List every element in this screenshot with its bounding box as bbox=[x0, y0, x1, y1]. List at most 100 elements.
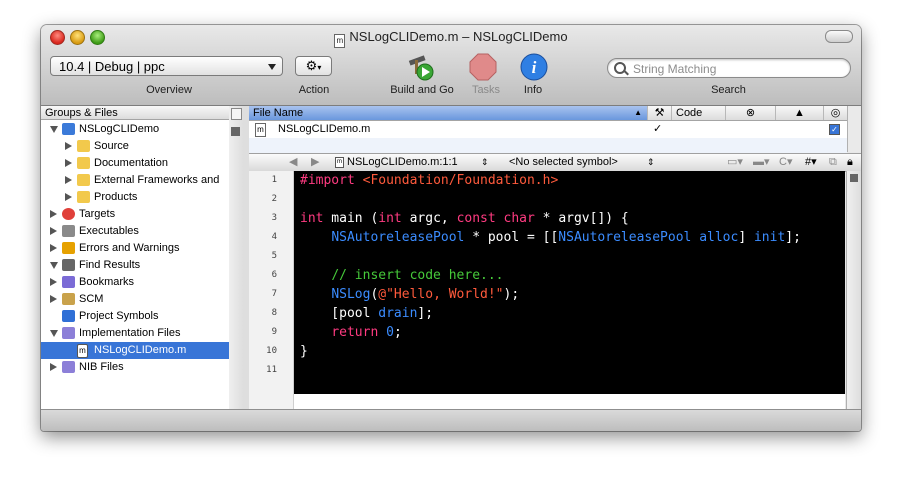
table-row[interactable]: m NSLogCLIDemo.m ✓ ✓ bbox=[249, 121, 847, 138]
sidebar-item-label: Source bbox=[94, 140, 129, 152]
status-bar bbox=[41, 409, 861, 431]
code-token: alloc bbox=[699, 230, 739, 245]
breakpoints-menu-icon[interactable]: ▬▾ bbox=[753, 154, 770, 170]
window-toolbar: m NSLogCLIDemo.m – NSLogCLIDemo 10.4 | De… bbox=[41, 25, 861, 106]
lock-icon[interactable]: 🔒︎ bbox=[847, 154, 853, 170]
disclosure-open-icon[interactable] bbox=[50, 330, 58, 337]
code-line[interactable] bbox=[294, 361, 845, 380]
line-number: 3 bbox=[271, 213, 277, 223]
symbol-popup[interactable]: <No selected symbol> bbox=[509, 154, 618, 170]
editor-empty-area[interactable] bbox=[294, 394, 845, 409]
disclosure-closed-icon[interactable] bbox=[50, 210, 57, 218]
counterpart-icon[interactable]: ⧉ bbox=[829, 154, 837, 170]
sidebar-item[interactable]: Documentation bbox=[41, 155, 229, 172]
code-token: NSLog bbox=[331, 287, 371, 302]
disclosure-closed-icon[interactable] bbox=[50, 244, 57, 252]
search-label: Search bbox=[711, 84, 746, 96]
sidebar-item[interactable]: Targets bbox=[41, 206, 229, 223]
sidebar-item[interactable]: External Frameworks and bbox=[41, 172, 229, 189]
code-line[interactable]: int main (int argc, const char * argv[])… bbox=[294, 209, 845, 228]
info-label: Info bbox=[523, 84, 543, 96]
target-icon: ◎ bbox=[830, 107, 841, 119]
code-token: return bbox=[331, 325, 379, 340]
overview-popup[interactable]: 10.4 | Debug | ppc bbox=[50, 56, 283, 76]
code-token: main ( bbox=[323, 211, 379, 226]
sort-ascending-icon: ▲ bbox=[634, 108, 642, 117]
tasks-button[interactable] bbox=[469, 53, 497, 81]
code-editor[interactable]: #import <Foundation/Foundation.h> int mai… bbox=[294, 171, 845, 394]
code-line[interactable] bbox=[294, 247, 845, 266]
sidebar-item-label: Executables bbox=[79, 225, 139, 237]
column-code[interactable]: Code bbox=[671, 106, 725, 120]
sidebar-item[interactable]: Source bbox=[41, 138, 229, 155]
build-and-go-button[interactable] bbox=[401, 52, 441, 82]
search-field[interactable]: String Matching bbox=[607, 58, 851, 78]
code-line[interactable]: #import <Foundation/Foundation.h> bbox=[294, 171, 845, 190]
disclosure-closed-icon[interactable] bbox=[50, 278, 57, 286]
sidebar-item[interactable]: SCM bbox=[41, 291, 229, 308]
detail-view-icon[interactable] bbox=[231, 127, 240, 136]
split-editor-icon[interactable] bbox=[850, 174, 858, 182]
action-button[interactable]: ⚙▾ bbox=[295, 56, 332, 76]
code-line[interactable]: return 0; bbox=[294, 323, 845, 342]
sidebar-item[interactable]: NIB Files bbox=[41, 359, 229, 376]
disclosure-closed-icon[interactable] bbox=[65, 142, 72, 150]
sidebar-item[interactable]: m NSLogCLIDemo.m bbox=[41, 342, 229, 359]
toolbar-toggle-button[interactable] bbox=[825, 30, 853, 43]
code-line[interactable]: NSAutoreleasePool * pool = [[NSAutorelea… bbox=[294, 228, 845, 247]
includes-menu-icon[interactable]: #▾ bbox=[805, 154, 817, 170]
disclosure-closed-icon[interactable] bbox=[65, 193, 72, 201]
target-checkbox[interactable]: ✓ bbox=[829, 124, 840, 135]
svg-text:i: i bbox=[532, 58, 537, 77]
classes-menu-icon[interactable]: C▾ bbox=[779, 154, 792, 170]
sidebar-item[interactable]: Implementation Files bbox=[41, 325, 229, 342]
code-line[interactable]: [pool drain]; bbox=[294, 304, 845, 323]
sidebar-item[interactable]: Executables bbox=[41, 223, 229, 240]
groups-and-files-title: Groups & Files bbox=[45, 107, 118, 119]
editor-scrollbar[interactable] bbox=[846, 171, 861, 409]
sidebar-item[interactable]: NSLogCLIDemo bbox=[41, 121, 229, 138]
file-history-popup[interactable]: NSLogCLIDemo.m:1:1 bbox=[347, 154, 458, 170]
code-line[interactable]: // insert code here... bbox=[294, 266, 845, 285]
disclosure-open-icon[interactable] bbox=[50, 262, 58, 269]
sidebar-item-label: NIB Files bbox=[79, 361, 124, 373]
disclosure-closed-icon[interactable] bbox=[50, 227, 57, 235]
bookmarks-menu-icon[interactable]: ▭▾ bbox=[727, 154, 743, 170]
disclosure-open-icon[interactable] bbox=[50, 126, 58, 133]
code-line[interactable]: NSLog(@"Hello, World!"); bbox=[294, 285, 845, 304]
file-table-scrollbar[interactable] bbox=[847, 106, 861, 152]
overview-value: 10.4 | Debug | ppc bbox=[59, 59, 165, 74]
back-arrow-icon[interactable]: ◀ bbox=[289, 154, 297, 170]
code-line[interactable]: } bbox=[294, 342, 845, 361]
sidebar-item[interactable]: Products bbox=[41, 189, 229, 206]
column-warnings[interactable]: ▲ bbox=[775, 106, 823, 120]
forward-arrow-icon[interactable]: ▶ bbox=[311, 154, 319, 170]
sidebar-item-label: Targets bbox=[79, 208, 116, 220]
sidebar-scrollbar[interactable] bbox=[229, 106, 244, 409]
column-target[interactable]: ◎ bbox=[823, 106, 847, 120]
info-button[interactable]: i bbox=[520, 53, 548, 81]
sidebar-item[interactable]: Errors and Warnings bbox=[41, 240, 229, 257]
disclosure-closed-icon[interactable] bbox=[65, 159, 72, 167]
groups-and-files-pane: Groups & Files NSLogCLIDemo Source Documen… bbox=[41, 106, 230, 409]
chevron-updown-icon: ⇕ bbox=[647, 157, 655, 167]
sidebar-item-label: External Frameworks and bbox=[94, 174, 220, 186]
sidebar-item[interactable]: Find Results bbox=[41, 257, 229, 274]
code-line[interactable] bbox=[294, 190, 845, 209]
disclosure-closed-icon[interactable] bbox=[50, 363, 57, 371]
bookmarks-icon bbox=[62, 276, 75, 288]
split-toggle-icon[interactable] bbox=[231, 108, 242, 120]
column-file-name[interactable]: File Name ▲ bbox=[249, 106, 647, 120]
built-checkmark: ✓ bbox=[653, 123, 663, 135]
column-build[interactable]: ⚒ bbox=[647, 106, 671, 120]
disclosure-closed-icon[interactable] bbox=[65, 176, 72, 184]
sidebar-item[interactable]: Bookmarks bbox=[41, 274, 229, 291]
code-token: int bbox=[378, 211, 402, 226]
column-errors[interactable]: ⊗ bbox=[725, 106, 775, 120]
sidebar-item[interactable]: Project Symbols bbox=[41, 308, 229, 325]
disclosure-closed-icon[interactable] bbox=[50, 295, 57, 303]
